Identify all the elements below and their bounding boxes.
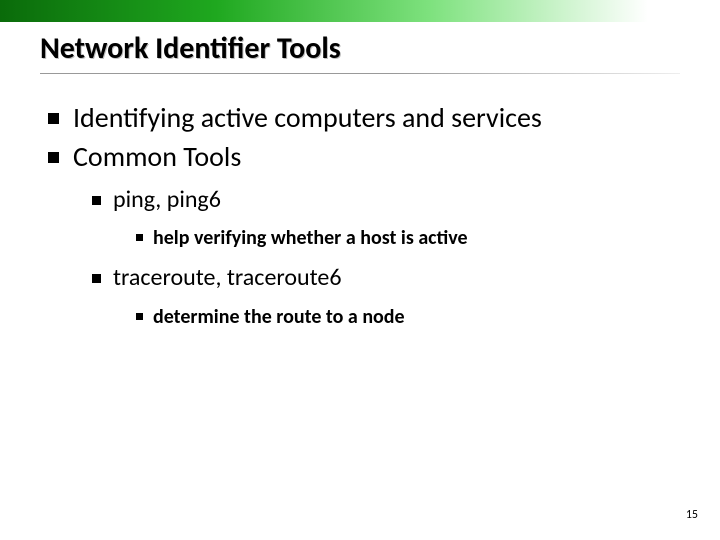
bullet-level2: traceroute, traceroute6 bbox=[92, 262, 680, 294]
bullet-text: Identifying active computers and service… bbox=[73, 100, 542, 135]
title-row: Network Identifier Tools bbox=[40, 30, 680, 74]
square-bullet-icon bbox=[136, 234, 143, 241]
bullet-level3: help verifying whether a host is active bbox=[136, 224, 680, 252]
page-title: Network Identifier Tools bbox=[40, 30, 680, 67]
bullet-text: ping, ping6 bbox=[113, 184, 221, 216]
bullet-level1: Common Tools bbox=[48, 139, 680, 174]
square-bullet-icon bbox=[48, 113, 59, 124]
bullet-text: traceroute, traceroute6 bbox=[113, 262, 342, 294]
square-bullet-icon bbox=[92, 274, 101, 283]
square-bullet-icon bbox=[48, 152, 59, 163]
page-number: 15 bbox=[686, 508, 698, 522]
square-bullet-icon bbox=[136, 313, 143, 320]
bullet-text: Common Tools bbox=[73, 139, 241, 174]
bullet-text: help verifying whether a host is active bbox=[153, 224, 468, 252]
bullet-level2: ping, ping6 bbox=[92, 184, 680, 216]
square-bullet-icon bbox=[92, 196, 101, 205]
bullet-text: determine the route to a node bbox=[153, 303, 405, 331]
title-underline bbox=[40, 73, 680, 74]
accent-bar bbox=[0, 0, 720, 22]
content-area: Identifying active computers and service… bbox=[48, 100, 680, 337]
bullet-level3: determine the route to a node bbox=[136, 303, 680, 331]
bullet-level1: Identifying active computers and service… bbox=[48, 100, 680, 135]
